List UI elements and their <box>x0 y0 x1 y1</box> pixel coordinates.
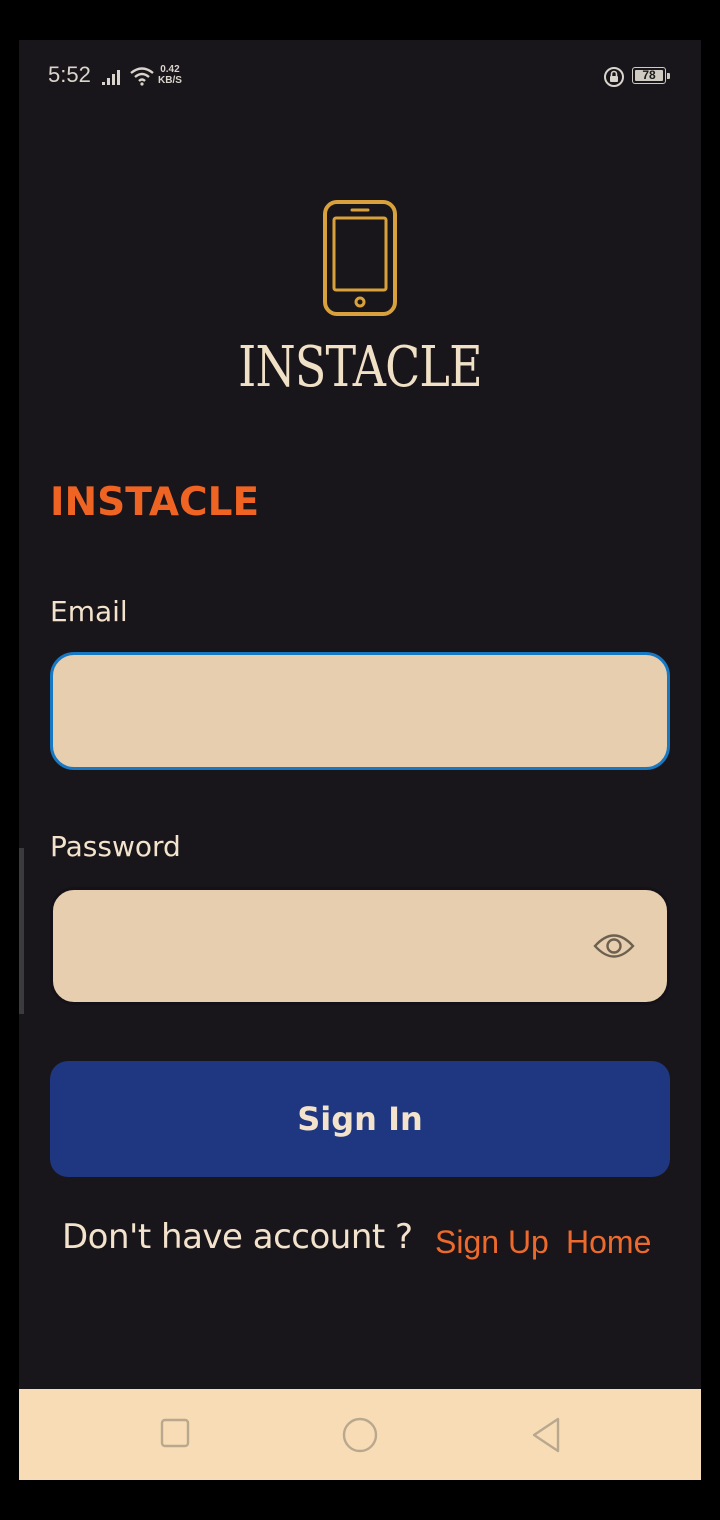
smartphone-icon <box>321 198 399 322</box>
page-title: INSTACLE <box>50 480 260 525</box>
password-label: Password <box>50 830 181 863</box>
back-triangle-icon[interactable] <box>530 1417 562 1457</box>
network-speed: 0.42 KB/S <box>158 64 182 86</box>
speed-unit: KB/S <box>158 75 182 86</box>
home-link[interactable]: Home <box>566 1224 651 1261</box>
sign-in-button[interactable]: Sign In <box>50 1061 670 1177</box>
signal-icon <box>101 68 123 90</box>
no-account-text: Don't have account ? <box>62 1217 413 1257</box>
system-nav-bar <box>19 1389 701 1480</box>
screen-lock-icon <box>603 66 625 92</box>
eye-icon[interactable] <box>593 931 635 965</box>
email-field-container <box>50 652 670 770</box>
home-circle-icon[interactable] <box>342 1417 378 1457</box>
password-input[interactable] <box>53 890 667 1002</box>
battery-icon: 78 <box>632 67 670 84</box>
scroll-handle[interactable] <box>19 848 24 1014</box>
battery-tip <box>667 73 670 79</box>
email-input[interactable] <box>53 655 667 767</box>
wifi-icon <box>129 66 155 90</box>
speed-value: 0.42 <box>160 64 180 75</box>
status-time: 5:52 <box>48 62 91 87</box>
recents-icon[interactable] <box>160 1417 190 1453</box>
battery-percent: 78 <box>642 68 656 82</box>
sign-up-link[interactable]: Sign Up <box>435 1224 549 1261</box>
password-field-container <box>50 887 670 1005</box>
app-screen: 5:52 0.42 KB/S 78 INSTACLE INSTACLE Emai… <box>19 40 701 1480</box>
logo-wordmark: INSTACLE <box>238 335 482 400</box>
email-label: Email <box>50 595 128 628</box>
status-bar: 5:52 0.42 KB/S 78 <box>19 40 701 112</box>
